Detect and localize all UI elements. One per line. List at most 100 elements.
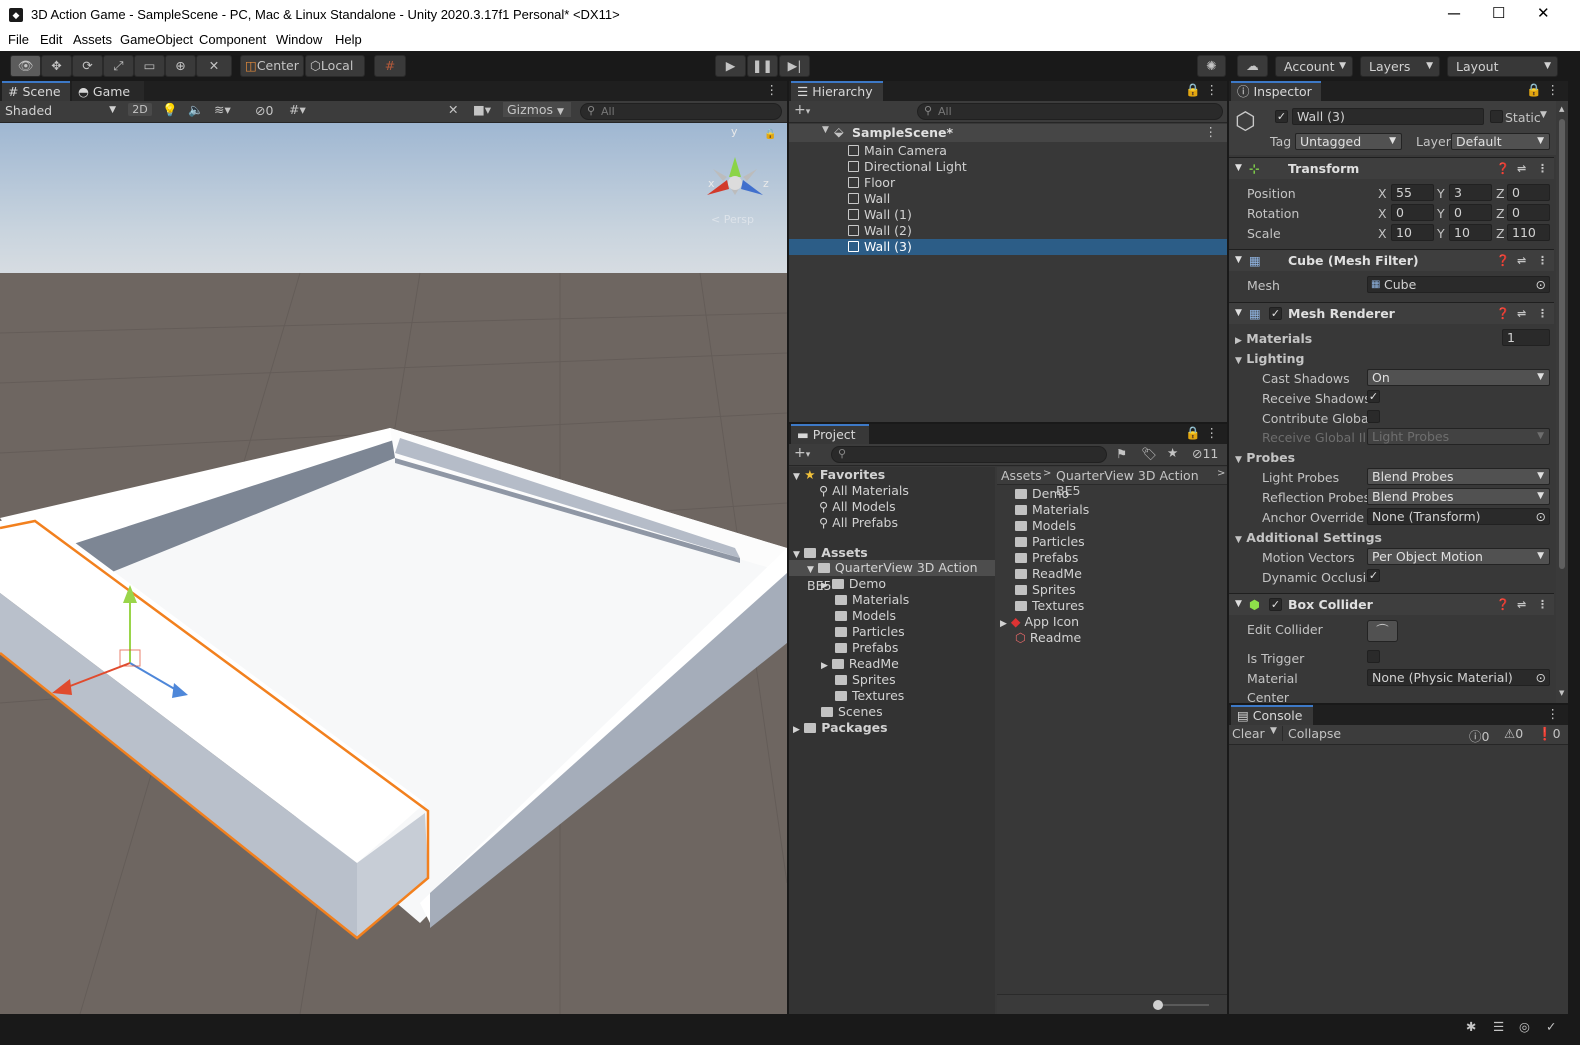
list-item[interactable]: Textures	[1015, 598, 1084, 614]
tab-project[interactable]: ▬ Project	[791, 424, 869, 444]
tab-scene[interactable]: # Scene	[2, 81, 70, 101]
expand-icon[interactable]: ▼	[1235, 594, 1242, 615]
scrollbar-thumb[interactable]	[1559, 119, 1565, 569]
preset-icon[interactable]: ⇌	[1517, 594, 1526, 615]
scene-menu-icon[interactable]: ⋮	[1205, 124, 1218, 139]
mesh-renderer-header[interactable]: ▼ ▦ ✓ Mesh Renderer ❓ ⇌ ⋮	[1229, 302, 1554, 324]
tag-dropdown[interactable]: Untagged ▼	[1295, 133, 1402, 150]
materials-foldout[interactable]: ▶ Materials	[1235, 331, 1312, 346]
breadcrumb-folder[interactable]: QuarterView 3D Action BE5	[1056, 468, 1227, 498]
list-item[interactable]: ⚲ All Prefabs	[819, 515, 898, 531]
move-tool-icon[interactable]: ✥	[41, 55, 72, 77]
panel-menu-icon[interactable]: ⋮	[1547, 82, 1560, 97]
play-button[interactable]: ▶	[715, 55, 746, 77]
lock-icon[interactable]: 🔒	[764, 129, 776, 140]
collapse-button[interactable]: Collapse	[1282, 726, 1341, 741]
list-item[interactable]: Wall (2)	[848, 223, 912, 239]
layout-dropdown[interactable]: Layout ▼	[1447, 56, 1558, 77]
tab-hierarchy[interactable]: ☰ Hierarchy	[791, 81, 883, 101]
panel-menu-icon[interactable]: ⋮	[1206, 82, 1219, 97]
menu-component[interactable]: Component	[199, 32, 266, 47]
help-icon[interactable]: ❓	[1496, 594, 1510, 615]
list-item[interactable]: ▶ ◆ App Icon	[1000, 614, 1079, 630]
lock-icon[interactable]: 🔒	[1526, 82, 1542, 98]
object-picker-icon[interactable]: ⊙	[1536, 277, 1546, 292]
lock-icon[interactable]: 🔒	[1185, 82, 1201, 98]
bug-icon[interactable]: ✱	[1466, 1019, 1476, 1034]
object-name-field[interactable]: Wall (3)	[1292, 108, 1484, 125]
is-trigger-checkbox[interactable]	[1367, 650, 1380, 663]
list-item[interactable]: ⚲ All Materials	[819, 483, 909, 499]
expand-icon[interactable]: ▼	[1235, 250, 1242, 271]
scene-view[interactable]: y x z < Persp 🔒	[0, 123, 787, 1014]
maximize-button[interactable]: ☐	[1492, 4, 1505, 24]
inspector-scrollbar[interactable]: ▲ ▼	[1556, 101, 1568, 703]
packages-row[interactable]: ▶ Packages	[793, 720, 888, 736]
transform-tool-icon[interactable]: ⊕	[165, 55, 196, 77]
list-item[interactable]: Main Camera	[848, 143, 947, 159]
favorites-row[interactable]: ▼ ★ Favorites	[793, 467, 885, 483]
expand-icon[interactable]: ▼	[1235, 158, 1242, 179]
cloud-icon[interactable]: ☁	[1237, 55, 1268, 77]
list-item-selected[interactable]: ▼ QuarterView 3D Action BE5	[789, 560, 995, 593]
expand-icon[interactable]: ▼	[822, 125, 829, 135]
list-item[interactable]: Materials	[1015, 502, 1089, 518]
dynamic-occlusion-checkbox[interactable]: ✓	[1367, 569, 1380, 582]
lighting-toggle-icon[interactable]: 💡	[162, 102, 178, 118]
component-menu-icon[interactable]: ⋮	[1537, 158, 1548, 179]
layer-dropdown[interactable]: Default ▼	[1451, 133, 1550, 150]
static-checkbox[interactable]	[1490, 110, 1503, 123]
static-dropdown-arrow[interactable]: ▼	[1540, 110, 1547, 120]
panel-menu-icon[interactable]: ⋮	[1547, 706, 1560, 721]
mesh-field[interactable]: ▦ Cube ⊙	[1367, 276, 1550, 293]
list-item[interactable]: Demo	[1015, 486, 1069, 502]
pause-button[interactable]: ❚❚	[747, 55, 778, 77]
preset-icon[interactable]: ⇌	[1517, 250, 1526, 271]
grid-toggle-icon[interactable]: #▾	[289, 102, 306, 117]
status-ok-icon[interactable]: ✓	[1546, 1019, 1556, 1034]
materials-count-field[interactable]: 1	[1502, 329, 1550, 346]
object-picker-icon[interactable]: ⊙	[1536, 509, 1546, 524]
gizmos-dropdown[interactable]: Gizmos ▼	[503, 102, 571, 117]
progress-icon[interactable]: ◎	[1519, 1019, 1530, 1034]
menu-assets[interactable]: Assets	[73, 32, 112, 47]
scale-tool-icon[interactable]: ⤢	[103, 55, 134, 77]
anchor-override-field[interactable]: None (Transform) ⊙	[1367, 508, 1550, 525]
scale-x-field[interactable]: 10	[1391, 224, 1434, 241]
clear-button[interactable]: Clear	[1232, 726, 1265, 741]
hidden-objects-icon[interactable]: ⊘0	[255, 103, 273, 118]
list-item[interactable]: Textures	[835, 688, 904, 704]
list-item[interactable]: Particles	[835, 624, 905, 640]
list-item[interactable]: Particles	[1015, 534, 1085, 550]
scale-z-field[interactable]: 110	[1507, 224, 1550, 241]
list-item[interactable]: Sprites	[1015, 582, 1076, 598]
shading-mode-dropdown[interactable]: Shaded ▼	[5, 103, 120, 118]
box-collider-enabled-checkbox[interactable]: ✓	[1269, 598, 1282, 611]
error-count-toggle[interactable]: ❗0	[1537, 726, 1561, 742]
list-item[interactable]: Wall (1)	[848, 207, 912, 223]
list-item[interactable]: Models	[1015, 518, 1076, 534]
list-item[interactable]: ▶ Demo	[821, 576, 886, 592]
list-item[interactable]: Materials	[835, 592, 909, 608]
database-icon[interactable]: ☰	[1493, 1019, 1504, 1034]
list-item[interactable]: Sprites	[835, 672, 896, 688]
component-menu-icon[interactable]: ⋮	[1537, 594, 1548, 615]
scene-root-row[interactable]: ▼ ⬙ SampleScene* ⋮	[789, 124, 1227, 142]
favorite-star-icon[interactable]: ★	[1167, 445, 1178, 460]
filter-label-icon[interactable]: 🏷	[1141, 446, 1157, 462]
list-item[interactable]: Models	[835, 608, 896, 624]
scene-search-input[interactable]: All	[580, 103, 782, 120]
assets-row[interactable]: ▼ Assets	[793, 545, 868, 561]
camera-icon[interactable]: ■▾	[473, 102, 491, 117]
expand-icon[interactable]: ▼	[1235, 303, 1242, 324]
rotate-tool-icon[interactable]: ⟳	[72, 55, 103, 77]
motion-vectors-dropdown[interactable]: Per Object Motion ▼	[1367, 548, 1550, 565]
rotation-x-field[interactable]: 0	[1391, 204, 1434, 221]
list-item[interactable]: ▶ ReadMe	[821, 656, 899, 672]
log-count-toggle[interactable]: ⓘ0	[1469, 726, 1489, 745]
list-item[interactable]: Wall	[848, 191, 890, 207]
position-x-field[interactable]: 55	[1391, 184, 1434, 201]
scroll-down-icon[interactable]: ▼	[1559, 689, 1564, 697]
audio-toggle-icon[interactable]: 🔈	[188, 102, 204, 118]
project-search-input[interactable]	[831, 446, 1107, 463]
